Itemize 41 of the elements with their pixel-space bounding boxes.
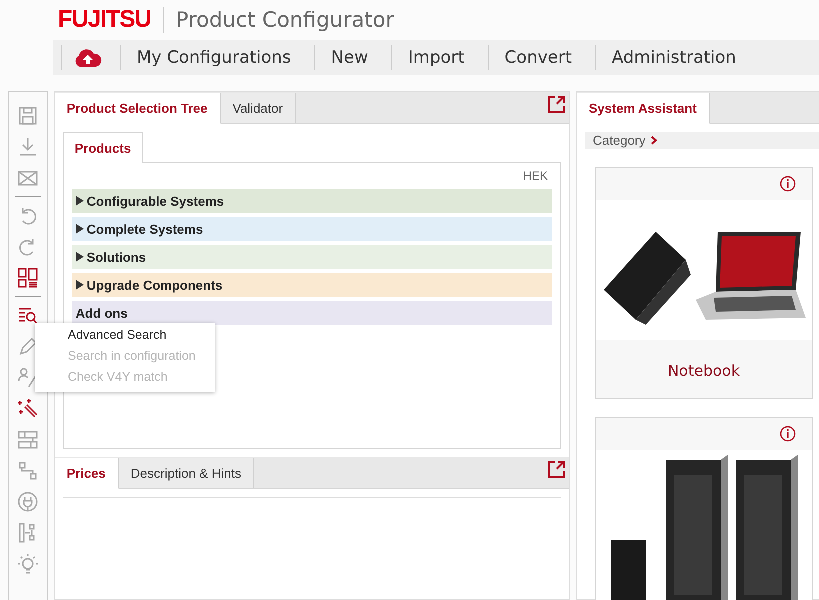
menu-item[interactable]: Advanced Search	[35, 325, 215, 346]
tree-row[interactable]: Upgrade Components	[72, 273, 552, 297]
nav-item[interactable]: Convert	[488, 48, 588, 68]
expand-triangle-icon[interactable]	[76, 196, 84, 206]
panel-tab[interactable]: Description & Hints	[118, 458, 254, 488]
panel-tab[interactable]: System Assistant	[577, 93, 710, 124]
tree-label: Add ons	[76, 306, 128, 320]
tree-label: Upgrade Components	[86, 278, 223, 292]
card-title: Notebook	[668, 361, 740, 382]
product-card[interactable]: Notebook	[595, 167, 813, 399]
layout-icon[interactable]	[16, 266, 39, 288]
fujitsu-logo: FUJITSU	[58, 6, 152, 34]
nav-item[interactable]: Administration	[596, 48, 752, 68]
app-title: Product Configurator	[176, 8, 394, 32]
nav-item[interactable]: Import	[392, 48, 480, 68]
panel-tab[interactable]: Product Selection Tree	[54, 93, 221, 124]
breadcrumb-link[interactable]: Category	[593, 133, 646, 148]
products-tab[interactable]: Products	[62, 132, 144, 163]
panel-tab[interactable]: Prices	[54, 458, 119, 489]
chevron-right-icon	[650, 136, 657, 145]
info-icon[interactable]	[780, 176, 796, 192]
tree-row[interactable]: Add ons	[72, 301, 552, 325]
expand-triangle-icon[interactable]	[76, 252, 84, 262]
hek-label: HEK	[523, 169, 548, 183]
tree-row[interactable]: Configurable Systems	[72, 189, 552, 213]
info-icon[interactable]	[780, 426, 796, 442]
expand-triangle-icon[interactable]	[76, 280, 84, 290]
tree-label: Solutions	[86, 250, 146, 264]
tree-row[interactable]: Solutions	[72, 245, 552, 269]
panel-tab[interactable]: Validator	[220, 93, 296, 123]
tree-row[interactable]: Complete Systems	[72, 217, 552, 241]
nav-item[interactable]: My Configurations	[121, 48, 306, 68]
product-card[interactable]	[595, 417, 813, 600]
tree-label: Configurable Systems	[86, 194, 224, 208]
nav-item[interactable]: New	[315, 48, 384, 68]
tree-label: Complete Systems	[86, 222, 204, 236]
pop-out-icon[interactable]	[548, 96, 565, 113]
pop-out-icon[interactable]	[548, 461, 565, 478]
cloud-upload-icon[interactable]	[74, 48, 102, 68]
magic-wand-icon[interactable]	[16, 398, 39, 420]
expand-triangle-icon[interactable]	[76, 224, 84, 234]
